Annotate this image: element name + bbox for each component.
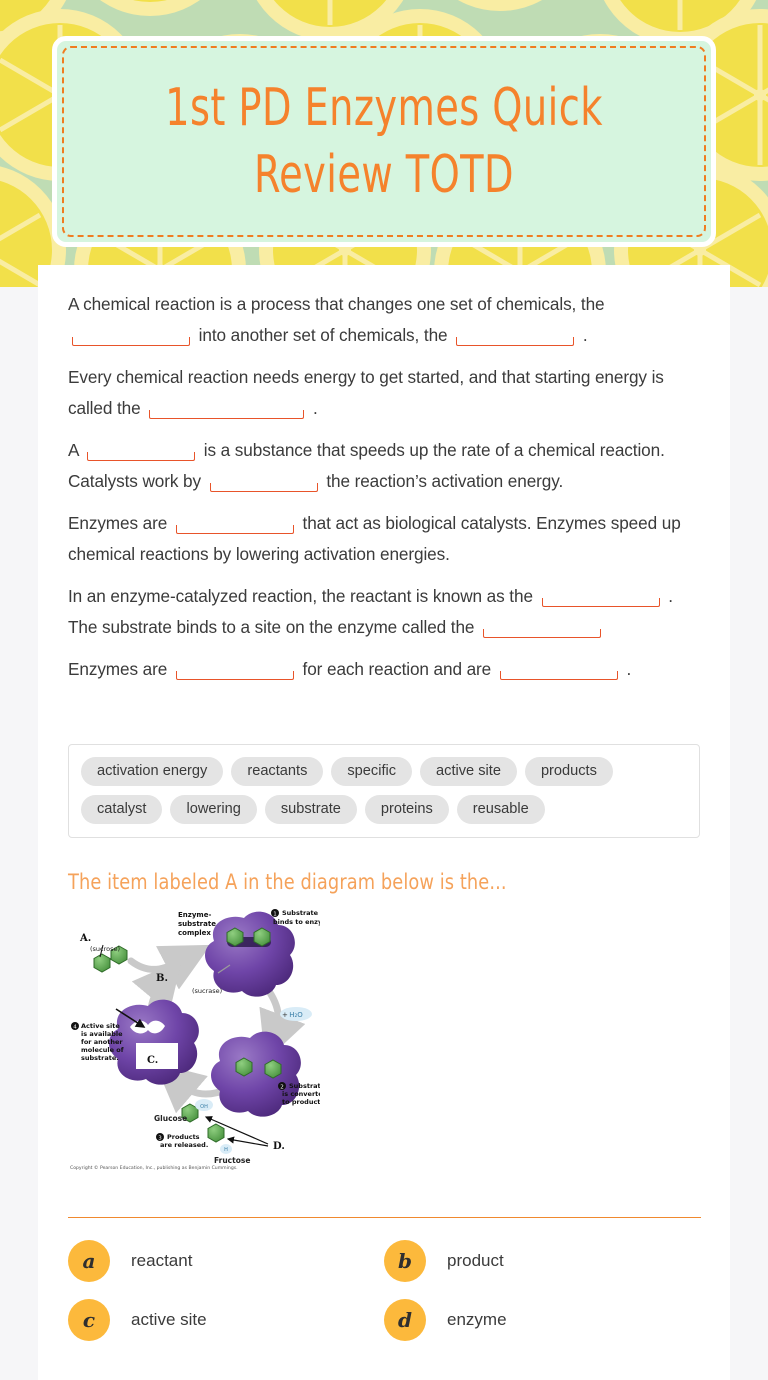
- blank-input[interactable]: [149, 396, 305, 419]
- diagram-step-1: 1 Substrate binds to enzyme.: [271, 909, 320, 926]
- blank-input[interactable]: [209, 469, 318, 492]
- word-bank-chip[interactable]: activation energy: [81, 757, 224, 787]
- word-bank-chip[interactable]: specific: [331, 757, 413, 787]
- svg-text:Substrate: Substrate: [282, 909, 319, 917]
- blank-input[interactable]: [483, 615, 602, 638]
- word-bank-chip[interactable]: products: [524, 757, 613, 787]
- svg-text:binds to enzyme.: binds to enzyme.: [273, 918, 320, 926]
- svg-text:substrate: substrate: [178, 920, 216, 928]
- worksheet-title-card: 1st PD Enzymes Quick Review TOTD: [52, 36, 716, 247]
- option-label: product: [447, 1251, 504, 1271]
- page-title: 1st PD Enzymes Quick Review TOTD: [165, 77, 603, 205]
- diagram-label-a: A.: [79, 933, 91, 944]
- blank-input[interactable]: [87, 438, 196, 461]
- option-label: reactant: [131, 1251, 193, 1271]
- answer-option-c[interactable]: c active site: [68, 1299, 384, 1342]
- svg-text:molecule of: molecule of: [81, 1046, 124, 1054]
- fill-in-blank-section: A chemical reaction is a process that ch…: [68, 289, 700, 685]
- blank-input[interactable]: [499, 657, 618, 680]
- svg-text:to products.: to products.: [282, 1098, 320, 1106]
- svg-text:H₂O: H₂O: [289, 1011, 303, 1019]
- fill-in-blank-paragraph: A is a substance that speeds up the rate…: [68, 438, 665, 492]
- word-bank: activation energy reactants specific active…: [68, 744, 700, 839]
- diagram-container: OH H + H₂O A. B. C. D. (sucrose) (sucras…: [68, 901, 320, 1172]
- word-bank-chip[interactable]: substrate: [264, 795, 357, 825]
- content-sheet: A chemical reaction is a process that ch…: [38, 265, 730, 1380]
- word-bank-chip[interactable]: lowering: [170, 795, 257, 825]
- svg-text:Substrate: Substrate: [289, 1082, 320, 1090]
- enzyme-cycle-diagram: OH H + H₂O A. B. C. D. (sucrose) (sucras…: [68, 901, 320, 1172]
- svg-text:is available: is available: [81, 1030, 123, 1038]
- diagram-label-c: C.: [147, 1055, 158, 1066]
- diagram-glucose-label: Glucose: [154, 1114, 187, 1123]
- diagram-label-b: B.: [156, 973, 168, 984]
- svg-text:substrate.: substrate.: [81, 1054, 119, 1062]
- answer-options: a reactant b product c active site d enzyme: [68, 1240, 700, 1342]
- word-bank-chip[interactable]: catalyst: [81, 795, 163, 825]
- diagram-label-d: D.: [273, 1141, 285, 1152]
- fill-in-blank-paragraph: Every chemical reaction needs energy to …: [68, 367, 664, 419]
- option-label: enzyme: [447, 1310, 507, 1330]
- answer-option-d[interactable]: d enzyme: [384, 1299, 700, 1342]
- blank-input[interactable]: [175, 657, 294, 680]
- fill-in-blank-paragraph: Enzymes are that act as biological catal…: [68, 511, 681, 564]
- option-label: active site: [131, 1310, 207, 1330]
- diagram-water-label: +: [282, 1011, 288, 1019]
- option-letter-bubble: b: [384, 1240, 426, 1283]
- svg-text:for another: for another: [81, 1038, 123, 1046]
- answer-option-b[interactable]: b product: [384, 1240, 700, 1283]
- diagram-fructose-label: Fructose: [214, 1156, 250, 1165]
- worksheet-page: 1st PD Enzymes Quick Review TOTD A chemi…: [0, 0, 768, 1380]
- option-letter-bubble: d: [384, 1299, 426, 1342]
- blank-input[interactable]: [456, 323, 575, 346]
- diagram-complex-label: Enzyme- substrate complex: [178, 911, 216, 937]
- blank-input[interactable]: [541, 584, 660, 607]
- option-letter-bubble: c: [68, 1299, 110, 1342]
- svg-text:Enzyme-: Enzyme-: [178, 911, 211, 919]
- answer-option-a[interactable]: a reactant: [68, 1240, 384, 1283]
- svg-text:OH: OH: [200, 1104, 208, 1110]
- diagram-sucrose-label: (sucrose): [90, 945, 120, 953]
- option-letter-bubble: a: [68, 1240, 110, 1283]
- word-bank-chip[interactable]: reactants: [231, 757, 324, 787]
- diagram-sucrase-label: (sucrase): [192, 987, 222, 995]
- word-bank-chip[interactable]: reusable: [456, 795, 545, 825]
- svg-text:Active site: Active site: [81, 1022, 120, 1030]
- svg-text:Products: Products: [167, 1133, 200, 1141]
- word-bank-chip[interactable]: proteins: [364, 795, 449, 825]
- fill-in-blank-paragraph: Enzymes are for each reaction and are .: [68, 657, 632, 680]
- section-divider: [68, 1217, 701, 1219]
- fill-in-blank-paragraph: In an enzyme-catalyzed reaction, the rea…: [68, 584, 673, 638]
- svg-text:is converted: is converted: [282, 1090, 320, 1098]
- diagram-step-2: 2 Substrate is converted to products.: [278, 1082, 320, 1106]
- diagram-copyright: Copyright © Pearson Education, Inc., pub…: [70, 1164, 238, 1171]
- svg-text:H: H: [224, 1147, 228, 1153]
- blank-input[interactable]: [175, 511, 294, 534]
- svg-text:are released.: are released.: [160, 1141, 208, 1149]
- question-prompt: The item labeled A in the diagram below …: [68, 870, 507, 896]
- svg-text:complex: complex: [178, 929, 211, 937]
- word-bank-chip[interactable]: active site: [420, 757, 517, 787]
- svg-text:1: 1: [273, 912, 277, 918]
- blank-input[interactable]: [72, 323, 190, 346]
- svg-text:4: 4: [73, 1025, 77, 1031]
- fill-in-blank-paragraph: A chemical reaction is a process that ch…: [68, 294, 605, 346]
